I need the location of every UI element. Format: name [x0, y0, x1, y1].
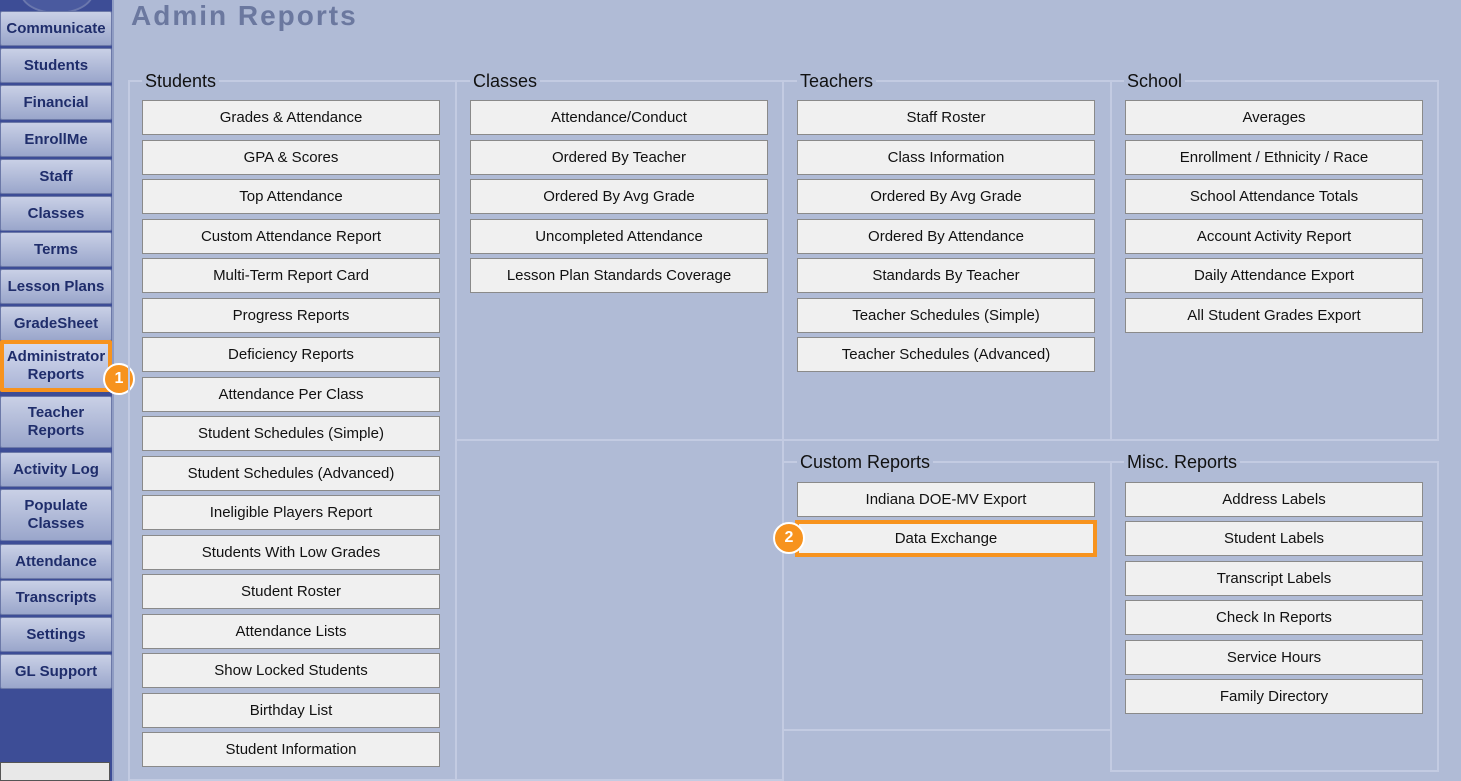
sidebar-item-settings[interactable]: Settings [0, 617, 112, 652]
report-button-data-exchange[interactable]: Data Exchange [795, 520, 1097, 557]
report-button-lesson-plan-standards[interactable]: Lesson Plan Standards Coverage [470, 258, 768, 293]
report-button-attendance-conduct[interactable]: Attendance/Conduct [470, 100, 768, 135]
report-button-student-schedules-advanced[interactable]: Student Schedules (Advanced) [142, 456, 440, 491]
sidebar-footer-box [0, 762, 110, 781]
report-button-transcript-labels[interactable]: Transcript Labels [1125, 561, 1423, 596]
report-button-attendance-lists[interactable]: Attendance Lists [142, 614, 440, 649]
report-button-averages[interactable]: Averages [1125, 100, 1423, 135]
report-button-teachers-ordered-by-attendance[interactable]: Ordered By Attendance [797, 219, 1095, 254]
report-button-student-schedules-simple[interactable]: Student Schedules (Simple) [142, 416, 440, 451]
report-button-account-activity[interactable]: Account Activity Report [1125, 219, 1423, 254]
report-button-birthday-list[interactable]: Birthday List [142, 693, 440, 728]
report-button-standards-by-teacher[interactable]: Standards By Teacher [797, 258, 1095, 293]
report-button-students-low-grades[interactable]: Students With Low Grades [142, 535, 440, 570]
report-button-classes-ordered-by-teacher[interactable]: Ordered By Teacher [470, 140, 768, 175]
report-button-ineligible-players[interactable]: Ineligible Players Report [142, 495, 440, 530]
sidebar-item-transcripts[interactable]: Transcripts [0, 580, 112, 615]
sidebar-item-populate-classes[interactable]: Populate Classes [0, 489, 112, 541]
report-button-staff-roster[interactable]: Staff Roster [797, 100, 1095, 135]
report-button-top-attendance[interactable]: Top Attendance [142, 179, 440, 214]
sidebar-item-administrator-reports[interactable]: Administrator Reports [0, 340, 112, 392]
section-title-students: Students [142, 71, 220, 91]
report-button-teacher-schedules-simple[interactable]: Teacher Schedules (Simple) [797, 298, 1095, 333]
report-button-deficiency-reports[interactable]: Deficiency Reports [142, 337, 440, 372]
report-button-daily-attendance-export[interactable]: Daily Attendance Export [1125, 258, 1423, 293]
panel-empty [455, 439, 784, 781]
report-button-check-in-reports[interactable]: Check In Reports [1125, 600, 1423, 635]
report-button-teachers-ordered-by-avg-grade[interactable]: Ordered By Avg Grade [797, 179, 1095, 214]
report-button-service-hours[interactable]: Service Hours [1125, 640, 1423, 675]
sidebar-item-enrollme[interactable]: EnrollMe [0, 122, 112, 157]
section-title-misc-reports: Misc. Reports [1124, 452, 1241, 472]
sidebar-item-teacher-reports[interactable]: Teacher Reports [0, 396, 112, 448]
sidebar: Communicate Students Financial EnrollMe … [0, 0, 114, 781]
sidebar-item-lesson-plans[interactable]: Lesson Plans [0, 269, 112, 304]
report-button-progress-reports[interactable]: Progress Reports [142, 298, 440, 333]
sidebar-item-staff[interactable]: Staff [0, 159, 112, 194]
report-button-attendance-per-class[interactable]: Attendance Per Class [142, 377, 440, 412]
report-button-gpa-scores[interactable]: GPA & Scores [142, 140, 440, 175]
report-button-family-directory[interactable]: Family Directory [1125, 679, 1423, 714]
report-button-student-roster[interactable]: Student Roster [142, 574, 440, 609]
sidebar-item-financial[interactable]: Financial [0, 85, 112, 120]
section-title-teachers: Teachers [797, 71, 877, 91]
report-button-student-information[interactable]: Student Information [142, 732, 440, 767]
sidebar-item-gl-support[interactable]: GL Support [0, 654, 112, 689]
report-button-indiana-doe-mv-export[interactable]: Indiana DOE-MV Export [797, 482, 1095, 517]
section-title-classes: Classes [470, 71, 541, 91]
report-button-enrollment-ethnicity-race[interactable]: Enrollment / Ethnicity / Race [1125, 140, 1423, 175]
report-button-custom-attendance[interactable]: Custom Attendance Report [142, 219, 440, 254]
sidebar-item-attendance[interactable]: Attendance [0, 544, 112, 579]
page-title: Admin Reports [131, 0, 358, 31]
report-button-teacher-schedules-advanced[interactable]: Teacher Schedules (Advanced) [797, 337, 1095, 372]
report-button-all-student-grades-export[interactable]: All Student Grades Export [1125, 298, 1423, 333]
section-title-school: School [1124, 71, 1186, 91]
report-button-classes-ordered-by-avg-grade[interactable]: Ordered By Avg Grade [470, 179, 768, 214]
sidebar-item-classes[interactable]: Classes [0, 196, 112, 231]
report-button-address-labels[interactable]: Address Labels [1125, 482, 1423, 517]
report-button-grades-attendance[interactable]: Grades & Attendance [142, 100, 440, 135]
report-button-uncompleted-attendance[interactable]: Uncompleted Attendance [470, 219, 768, 254]
sidebar-item-terms[interactable]: Terms [0, 232, 112, 267]
sidebar-item-communicate[interactable]: Communicate [0, 11, 112, 46]
report-button-student-labels[interactable]: Student Labels [1125, 521, 1423, 556]
report-button-class-information[interactable]: Class Information [797, 140, 1095, 175]
section-title-custom-reports: Custom Reports [797, 452, 934, 472]
report-button-multi-term-report-card[interactable]: Multi-Term Report Card [142, 258, 440, 293]
step-badge-2: 2 [773, 522, 805, 554]
report-button-school-attendance-totals[interactable]: School Attendance Totals [1125, 179, 1423, 214]
sidebar-item-activity-log[interactable]: Activity Log [0, 452, 112, 487]
sidebar-item-students[interactable]: Students [0, 48, 112, 83]
sidebar-item-gradesheet[interactable]: GradeSheet [0, 306, 112, 341]
report-button-show-locked-students[interactable]: Show Locked Students [142, 653, 440, 688]
